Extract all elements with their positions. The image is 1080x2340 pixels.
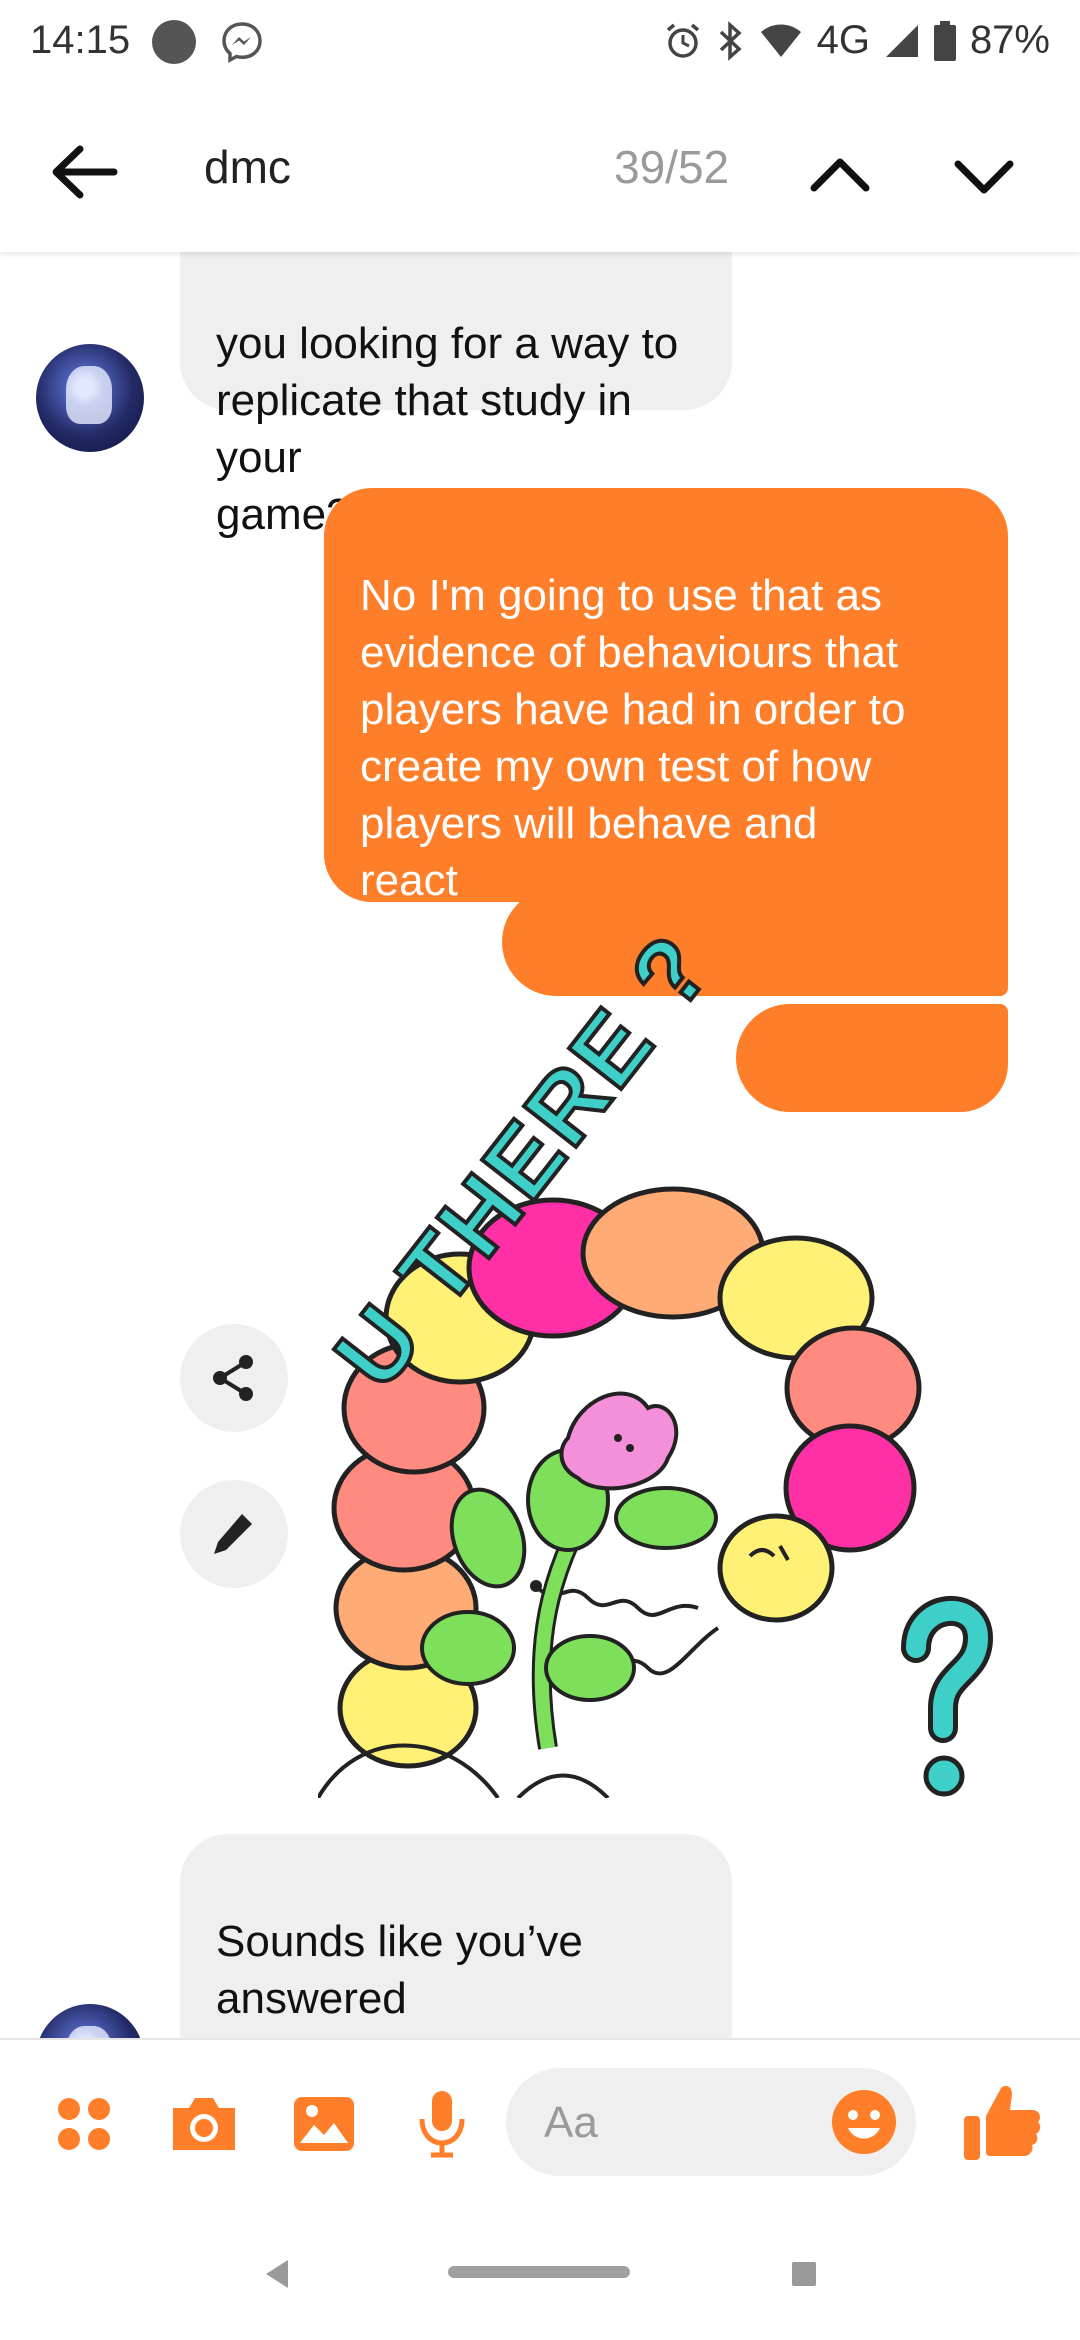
message-input[interactable] bbox=[542, 2068, 786, 2178]
gallery-icon bbox=[294, 2097, 354, 2151]
message-text: Sounds like you’ve answered your own que… bbox=[216, 1917, 678, 2038]
emoji-button[interactable] bbox=[830, 2088, 898, 2156]
chevron-up-icon bbox=[810, 158, 870, 192]
wifi-icon bbox=[759, 23, 803, 59]
message-outgoing[interactable]: It's more of a leverage bbox=[502, 888, 1008, 1074]
conversation[interactable]: you looking for a way to replicate that … bbox=[0, 252, 1080, 2038]
battery-icon bbox=[933, 20, 956, 61]
like-button[interactable] bbox=[960, 2080, 1044, 2164]
search-header: dmc 39/52 bbox=[0, 88, 1080, 252]
nav-recents-button[interactable] bbox=[792, 2262, 816, 2286]
apps-button[interactable] bbox=[44, 2084, 124, 2164]
signal-icon bbox=[884, 23, 920, 59]
network-label: 4G bbox=[816, 18, 870, 62]
next-match-button[interactable] bbox=[944, 136, 1024, 216]
share-icon bbox=[213, 1355, 253, 1401]
previous-match-button[interactable] bbox=[800, 136, 880, 216]
message-input-box[interactable] bbox=[506, 2068, 916, 2178]
nav-back-button[interactable] bbox=[262, 2258, 292, 2295]
pencil-icon bbox=[214, 1514, 252, 1554]
sticker-message[interactable]: U THERE ? bbox=[313, 912, 1018, 1800]
emoji-icon bbox=[832, 2090, 896, 2154]
avatar[interactable] bbox=[36, 344, 144, 452]
alarm-icon bbox=[663, 21, 703, 61]
microphone-button[interactable] bbox=[402, 2084, 482, 2164]
message-incoming[interactable]: Sounds like you’ve answered your own que… bbox=[180, 1834, 732, 2038]
message-outgoing[interactable]: No I'm going to use that as evidence of … bbox=[324, 488, 1008, 905]
message-incoming[interactable]: you looking for a way to replicate that … bbox=[180, 252, 732, 539]
chevron-down-icon bbox=[954, 160, 1014, 194]
composer bbox=[0, 2038, 1080, 2208]
search-query[interactable]: dmc bbox=[204, 140, 291, 194]
thumbs-up-icon bbox=[964, 2085, 1041, 2160]
camera-button[interactable] bbox=[164, 2084, 244, 2164]
back-button[interactable] bbox=[44, 132, 124, 212]
status-bar: 14:15 4G 87% bbox=[0, 0, 1080, 88]
match-count: 39/52 bbox=[614, 141, 730, 193]
status-time: 14:15 bbox=[30, 18, 131, 62]
camera-icon bbox=[173, 2098, 235, 2150]
system-nav-bar bbox=[0, 2206, 1080, 2340]
arrow-left-icon bbox=[52, 145, 118, 199]
bluetooth-icon bbox=[717, 20, 745, 61]
apps-icon bbox=[58, 2098, 110, 2150]
edit-button[interactable] bbox=[180, 1480, 288, 1588]
avatar[interactable] bbox=[36, 2004, 144, 2038]
notification-dot-icon bbox=[152, 20, 196, 64]
nav-home-pill[interactable] bbox=[448, 2266, 630, 2278]
gallery-button[interactable] bbox=[284, 2084, 364, 2164]
microphone-icon bbox=[419, 2091, 465, 2158]
battery-percent: 87% bbox=[969, 18, 1050, 62]
nav-back-icon bbox=[266, 2260, 288, 2288]
message-text: No I'm going to use that as evidence of … bbox=[360, 571, 906, 905]
messenger-icon bbox=[220, 20, 264, 64]
message-outgoing[interactable]: To my test bbox=[735, 1004, 1008, 1190]
share-button[interactable] bbox=[180, 1324, 288, 1432]
